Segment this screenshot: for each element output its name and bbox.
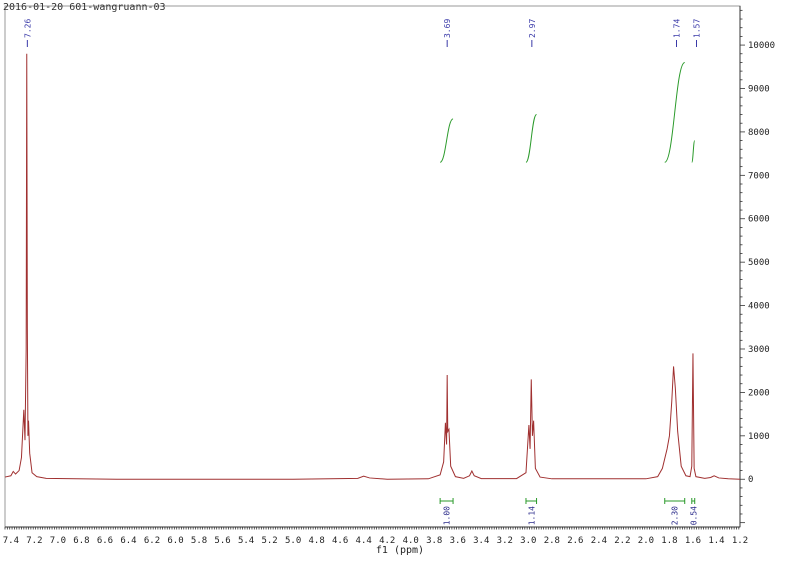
- y-tick-label: 10000: [748, 41, 775, 51]
- x-axis: 7.4 7.2 7.0 6.8 6.6 6.4 6.2 6.0 5.8 5.6 5.4 5.2 5.0 4…: [3, 526, 748, 546]
- integral-curve: [439, 118, 454, 163]
- y-tick-label: 9000: [748, 84, 770, 94]
- plot-frame: [4, 5, 741, 528]
- peak-label: 1.57: [692, 19, 701, 38]
- integral-value-label: 1.00: [443, 506, 452, 525]
- peak-label: 7.26: [23, 19, 32, 38]
- peak-label: 3.69: [443, 19, 452, 38]
- integral-value-label: 1.14: [527, 506, 536, 525]
- y-tick-label: 5000: [748, 258, 770, 268]
- nmr-spectrum-chart: 7.4 7.2 7.0 6.8 6.6 6.4 6.2 6.0 5.8 5.6 5.4 5.2 5.0 4…: [3, 5, 775, 546]
- y-tick-label: 4000: [748, 302, 770, 312]
- peak-label: 1.74: [672, 19, 681, 38]
- y-tick-label: 0: [748, 475, 753, 485]
- x-axis-label: f1 (ppm): [375, 545, 425, 556]
- y-tick-label: 6000: [748, 215, 770, 225]
- spectrum-line: [4, 53, 741, 480]
- integral-curve: [691, 140, 696, 163]
- peak-labels: 7.26 3.69 2.97 1.74 1.57: [23, 19, 701, 47]
- y-tick-label: 2000: [748, 388, 770, 398]
- y-axis: 1000090008000700060005000400030002000100…: [739, 6, 775, 527]
- integral-value-label: 0.54: [689, 506, 698, 525]
- y-tick-label: 3000: [748, 345, 770, 355]
- peak-label: 2.97: [528, 19, 537, 38]
- y-tick-label: 1000: [748, 432, 770, 442]
- integral-curves: [439, 61, 696, 504]
- integral-value-label: 2.30: [671, 506, 680, 525]
- y-tick-label: 8000: [748, 128, 770, 138]
- y-tick-label: 7000: [748, 171, 770, 181]
- integral-values: 1.00 1.14 2.30 0.54: [443, 506, 699, 525]
- integral-curve: [664, 61, 686, 163]
- chart-title: 2016-01-20 601-wangruann-03: [3, 2, 166, 13]
- integral-curve: [525, 114, 538, 163]
